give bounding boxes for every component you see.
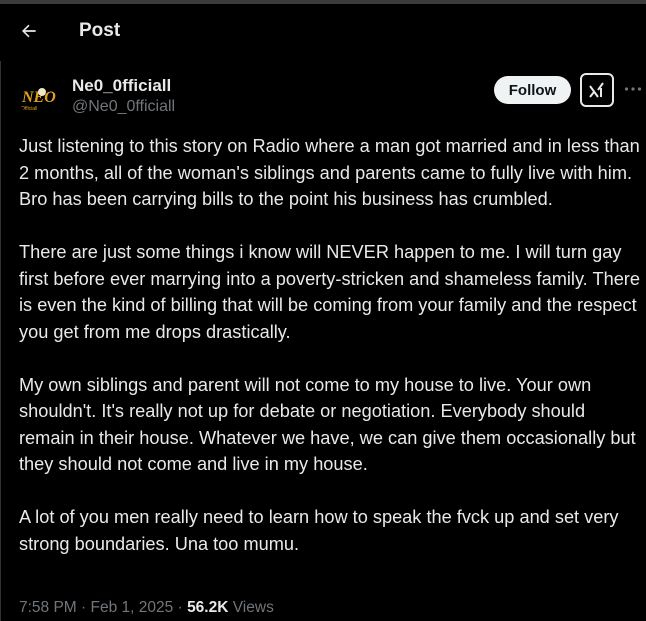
views-label: Views <box>232 599 274 616</box>
tweet-paragraph: There are just some things i know will N… <box>19 242 640 342</box>
post-header: Post <box>0 4 646 58</box>
author-name[interactable]: Ne0_0fficiall <box>72 76 171 96</box>
avatar[interactable]: NEO Officiall <box>19 76 61 118</box>
post-card: NEO Officiall Ne0_0fficiall @Ne0_0fficia… <box>0 61 646 621</box>
more-options-button[interactable] <box>623 79 643 99</box>
svg-text:Officiall: Officiall <box>21 106 37 112</box>
page-title: Post <box>79 20 121 41</box>
back-button[interactable] <box>9 11 49 51</box>
post-date[interactable]: Feb 1, 2025 <box>91 599 174 616</box>
meta-separator: · <box>177 599 183 616</box>
follow-button[interactable]: Follow <box>494 76 571 104</box>
tweet-text: Just listening to this story on Radio wh… <box>19 133 641 584</box>
author-handle[interactable]: @Ne0_0fficiall <box>72 98 175 116</box>
post-time[interactable]: 7:58 PM <box>19 599 77 616</box>
arrow-left-icon <box>22 24 36 38</box>
tweet-paragraph: My own siblings and parent will not come… <box>19 374 636 475</box>
grok-button[interactable] <box>580 73 614 107</box>
tweet-paragraph: Just listening to this story on Radio wh… <box>19 136 640 209</box>
more-dots-icon <box>624 87 642 91</box>
views-count: 56.2K <box>187 599 229 616</box>
post-meta: 7:58 PM · Feb 1, 2025 · 56.2K Views <box>19 599 274 617</box>
meta-separator: · <box>81 599 87 616</box>
neo-logo-icon: NEO Officiall <box>19 76 61 118</box>
grok-icon <box>589 82 604 98</box>
tweet-paragraph: A lot of you men really need to learn ho… <box>19 507 619 554</box>
